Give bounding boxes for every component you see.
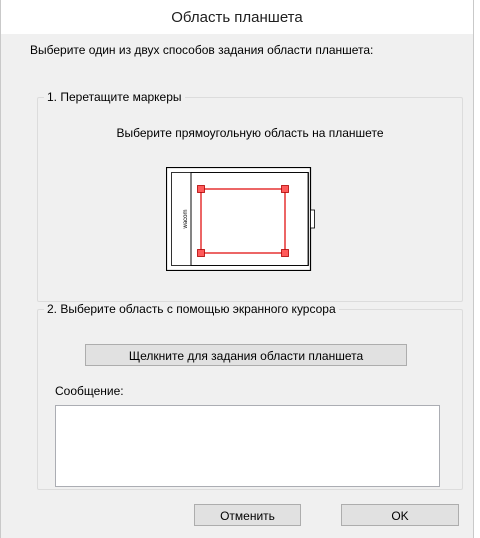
tablet-area-preview: wacom [166,167,315,271]
dialog-window: Область планшета Выберите один из двух с… [0,0,474,538]
cursor-select-legend: 2. Выберите область с помощью экранного … [47,302,336,316]
message-box[interactable] [55,405,440,487]
tablet-logo: wacom [183,209,189,229]
message-label: Сообщение: [55,384,124,398]
window-title: Область планшета [171,9,303,26]
ok-button[interactable]: OK [341,504,459,526]
marker-bottom-right[interactable] [281,249,289,257]
cursor-select-group: 2. Выберите область с помощью экранного … [37,302,463,490]
click-to-define-area-button[interactable]: Щелкните для задания области планшета [85,344,407,366]
drag-markers-legend: 1. Перетащите маркеры [47,90,182,104]
drag-markers-group: 1. Перетащите маркеры Выберите прямоугол… [37,90,463,302]
title-bar[interactable]: Область планшета [1,0,473,34]
marker-bottom-left[interactable] [197,249,205,257]
instruction-text: Выберите один из двух способов задания о… [30,43,374,57]
cancel-button[interactable]: Отменить [194,504,301,526]
marker-top-left[interactable] [197,185,205,193]
marker-top-right[interactable] [281,185,289,193]
tablet-side-button [310,209,315,229]
drag-markers-subheading: Выберите прямоугольную область на планше… [116,126,384,140]
